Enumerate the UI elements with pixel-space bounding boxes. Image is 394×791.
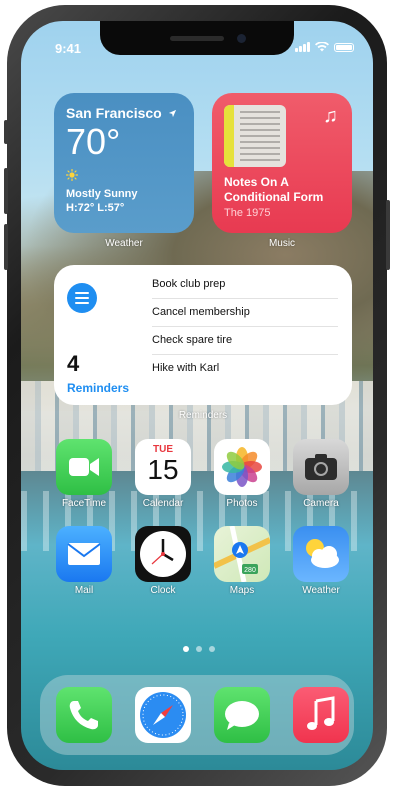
status-time: 9:41 bbox=[55, 41, 82, 56]
app-label: Mail bbox=[74, 585, 94, 596]
front-camera bbox=[237, 34, 246, 43]
page-dot bbox=[209, 646, 215, 652]
app-facetime[interactable]: FaceTime bbox=[56, 439, 112, 509]
music-artist: The 1975 bbox=[224, 207, 271, 219]
dock-music[interactable] bbox=[293, 687, 349, 743]
dock-safari[interactable] bbox=[135, 687, 191, 743]
reminders-list-icon bbox=[67, 283, 97, 313]
app-label: Camera bbox=[303, 498, 339, 509]
music-widget-label: Music bbox=[268, 238, 296, 249]
app-photos[interactable]: Photos bbox=[214, 439, 270, 509]
reminders-list: Book club prep Cancel membership Check s… bbox=[152, 271, 338, 382]
sun-icon bbox=[65, 168, 79, 182]
app-label: Clock bbox=[150, 585, 176, 596]
app-maps[interactable]: 280 Maps bbox=[214, 526, 270, 596]
music-track-title: Notes On A Conditional Form bbox=[224, 175, 324, 204]
status-icons bbox=[295, 42, 354, 52]
music-widget[interactable]: ♫ Notes On A Conditional Form The 1975 bbox=[212, 93, 352, 233]
silent-switch bbox=[4, 120, 8, 144]
app-label: Maps bbox=[229, 585, 255, 596]
reminder-item[interactable]: Check spare tire bbox=[152, 327, 338, 355]
weather-condition: Mostly Sunny bbox=[66, 188, 138, 200]
reminders-title: Reminders bbox=[67, 381, 130, 395]
volume-down-button bbox=[4, 224, 8, 270]
dock-messages[interactable] bbox=[214, 687, 270, 743]
reminder-item[interactable]: Book club prep bbox=[152, 271, 338, 299]
app-weather[interactable]: Weather bbox=[293, 526, 349, 596]
location-arrow-icon bbox=[168, 109, 176, 118]
weather-icon bbox=[293, 526, 349, 582]
page-dot bbox=[183, 646, 189, 652]
app-calendar[interactable]: TUE 15 Calendar bbox=[135, 439, 191, 509]
cellular-signal-icon bbox=[295, 42, 310, 52]
wifi-icon bbox=[315, 42, 329, 52]
maps-route-badge: 280 bbox=[244, 567, 256, 574]
mail-icon bbox=[56, 526, 112, 582]
page-dot bbox=[196, 646, 202, 652]
album-art bbox=[224, 105, 286, 167]
reminder-item[interactable]: Hike with Karl bbox=[152, 355, 338, 382]
reminder-item[interactable]: Cancel membership bbox=[152, 299, 338, 327]
reminders-widget-label: Reminders bbox=[178, 410, 228, 421]
weather-city: San Francisco bbox=[66, 105, 182, 121]
reminders-widget[interactable]: 4 Reminders Book club prep Cancel member… bbox=[54, 265, 352, 405]
app-label: Photos bbox=[226, 498, 258, 509]
weather-widget-label: Weather bbox=[105, 238, 143, 249]
messages-icon bbox=[214, 687, 270, 743]
camera-icon bbox=[293, 439, 349, 495]
safari-icon bbox=[135, 687, 191, 743]
facetime-icon bbox=[56, 439, 112, 495]
app-mail[interactable]: Mail bbox=[56, 526, 112, 596]
app-label: FaceTime bbox=[61, 498, 107, 509]
weather-high-low: H:72° L:57° bbox=[66, 202, 125, 214]
app-camera[interactable]: Camera bbox=[293, 439, 349, 509]
app-label: Calendar bbox=[142, 498, 184, 509]
volume-up-button bbox=[4, 168, 8, 214]
page-indicator[interactable] bbox=[183, 646, 215, 652]
battery-icon bbox=[334, 42, 354, 52]
reminders-count: 4 bbox=[67, 351, 80, 376]
phone-icon bbox=[56, 687, 112, 743]
clock-icon bbox=[135, 526, 191, 582]
calendar-date: 15 bbox=[147, 454, 179, 485]
maps-icon: 280 bbox=[214, 526, 270, 582]
side-button bbox=[386, 200, 390, 270]
dock-phone[interactable] bbox=[56, 687, 112, 743]
speaker-grille bbox=[170, 36, 224, 41]
weather-temperature: 70° bbox=[66, 121, 121, 162]
weather-widget[interactable]: San Francisco 70° Mostly Sunny H:72° L:5… bbox=[54, 93, 194, 233]
music-note-icon: ♫ bbox=[323, 105, 338, 127]
music-icon bbox=[293, 687, 349, 743]
app-clock[interactable]: Clock bbox=[135, 526, 191, 596]
calendar-icon: TUE 15 bbox=[135, 439, 191, 495]
photos-icon bbox=[214, 439, 270, 495]
app-label: Weather bbox=[302, 585, 340, 596]
